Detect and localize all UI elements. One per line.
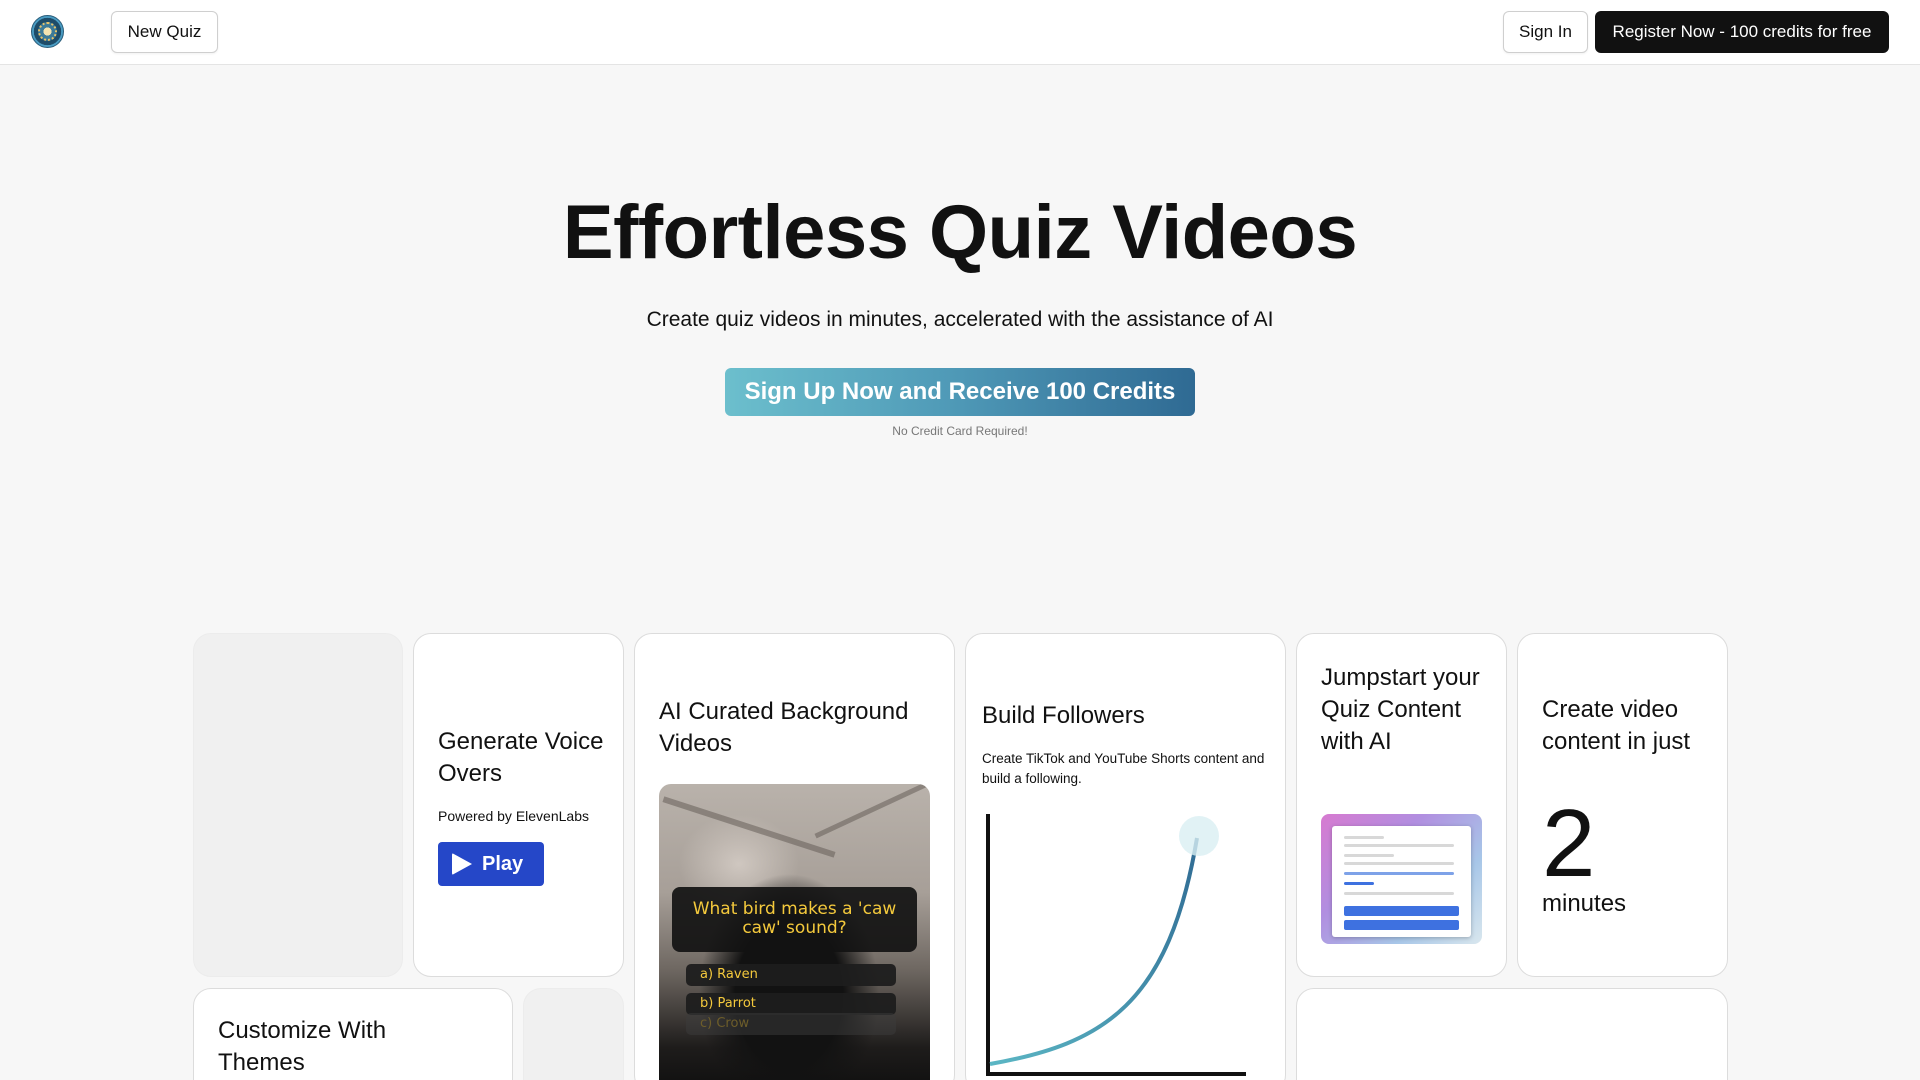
form-line bbox=[1344, 862, 1454, 865]
minutes-number: 2 bbox=[1542, 790, 1596, 897]
card-title: Jumpstart your Quiz Content with AI bbox=[1321, 664, 1480, 755]
feature-card-voice-overs: Generate Voice Overs Powered by ElevenLa… bbox=[413, 633, 624, 977]
play-label: Play bbox=[482, 852, 524, 875]
quiz-question: What bird makes a 'caw caw' sound? bbox=[672, 887, 917, 952]
form-button bbox=[1344, 906, 1459, 916]
top-nav: New Quiz Sign In Register Now - 100 cred… bbox=[0, 0, 1920, 65]
feature-card-background-videos: AI Curated Background Videos What bird m… bbox=[634, 633, 955, 1080]
play-button[interactable]: Play bbox=[438, 842, 544, 886]
card-title: Customize With Themes bbox=[218, 1017, 387, 1076]
form-preview-image bbox=[1321, 814, 1482, 944]
form-line bbox=[1344, 892, 1454, 895]
curve-end-marker bbox=[1179, 816, 1219, 856]
form-line bbox=[1344, 854, 1394, 857]
powered-by-text: Powered by ElevenLabs bbox=[438, 808, 589, 824]
sign-in-button[interactable]: Sign In bbox=[1503, 11, 1588, 53]
card-title: Generate Voice Overs bbox=[438, 728, 604, 787]
card-title: Build Followers bbox=[982, 702, 1145, 729]
signup-cta-button[interactable]: Sign Up Now and Receive 100 Credits bbox=[725, 368, 1195, 416]
quiz-option: c) Crow bbox=[686, 1013, 896, 1035]
logo-icon[interactable] bbox=[31, 15, 64, 48]
feature-card-jumpstart: Jumpstart your Quiz Content with AI bbox=[1296, 633, 1507, 977]
register-button[interactable]: Register Now - 100 credits for free bbox=[1595, 11, 1889, 53]
feature-card-empty bbox=[1296, 988, 1728, 1080]
cta-note: No Credit Card Required! bbox=[892, 424, 1028, 438]
new-quiz-button[interactable]: New Quiz bbox=[111, 11, 218, 53]
card-description: Create TikTok and YouTube Shorts content… bbox=[982, 751, 1265, 786]
branch-decoration bbox=[662, 796, 836, 858]
minutes-label: minutes bbox=[1542, 890, 1627, 917]
logo-ring bbox=[38, 22, 57, 41]
card-title: Create video content in just bbox=[1542, 696, 1691, 755]
feature-card-themes: Customize With Themes bbox=[193, 988, 513, 1080]
branch-decoration bbox=[814, 784, 930, 839]
feature-card-build-followers: Build Followers Create TikTok and YouTub… bbox=[965, 633, 1286, 1080]
play-icon bbox=[452, 853, 472, 875]
growth-curve bbox=[989, 837, 1199, 1066]
hero-subtitle: Create quiz videos in minutes, accelerat… bbox=[646, 308, 1274, 331]
growth-chart bbox=[986, 814, 1246, 1076]
sample-video-thumbnail[interactable]: What bird makes a 'caw caw' sound? a) Ra… bbox=[659, 784, 930, 1080]
hero-title: Effortless Quiz Videos bbox=[562, 190, 1358, 275]
feature-card-placeholder bbox=[523, 988, 624, 1080]
quiz-option: a) Raven bbox=[686, 964, 896, 986]
quiz-option: b) Parrot bbox=[686, 993, 896, 1015]
card-title: AI Curated Background Videos bbox=[659, 698, 909, 757]
form-line bbox=[1344, 844, 1454, 847]
form-line bbox=[1344, 882, 1374, 885]
form-button bbox=[1344, 920, 1459, 930]
form-line bbox=[1344, 872, 1454, 875]
feature-card-speed: Create video content in just 2 minutes bbox=[1517, 633, 1728, 977]
form-sheet bbox=[1332, 826, 1471, 937]
feature-card-placeholder bbox=[193, 633, 403, 977]
form-line bbox=[1344, 836, 1384, 839]
